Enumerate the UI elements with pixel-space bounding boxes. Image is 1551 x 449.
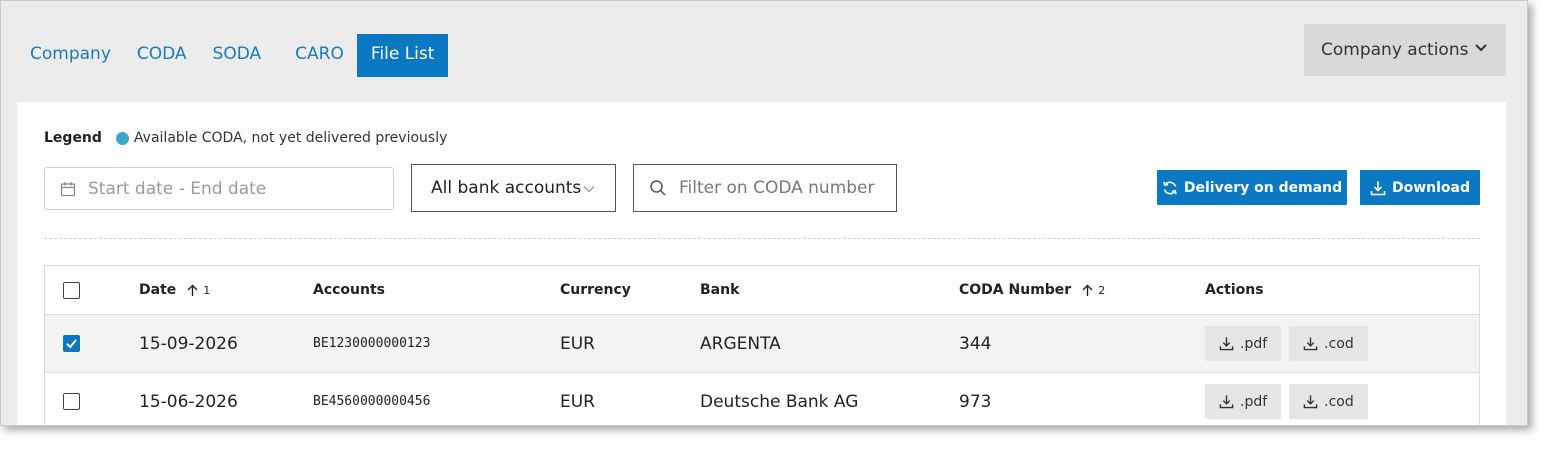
cod-label: .cod: [1324, 335, 1354, 352]
app-window: Company CODA SODA CARO File List Company…: [0, 0, 1528, 426]
column-header-actions: Actions: [1205, 282, 1264, 298]
row-date: 15-09-2026: [139, 333, 238, 354]
row-bank: Deutsche Bank AG: [700, 391, 859, 412]
calendar-icon: [60, 181, 76, 196]
delivery-on-demand-button[interactable]: Delivery on demand: [1157, 170, 1347, 205]
row-account: BE1230000000123: [313, 336, 431, 351]
divider: [44, 238, 1480, 239]
bank-accounts-select[interactable]: All bank accounts: [411, 164, 616, 212]
table-header-row: Date 1 Accounts Currency Bank CODA Numbe…: [45, 266, 1479, 315]
delivery-on-demand-label: Delivery on demand: [1183, 179, 1343, 196]
download-icon: [1303, 337, 1318, 351]
arrow-up-icon: [1082, 284, 1093, 296]
company-actions-dropdown[interactable]: Company actions: [1304, 24, 1506, 76]
row-currency: EUR: [560, 391, 595, 412]
date-range-placeholder: Start date - End date: [88, 178, 267, 199]
row-account: BE4560000000456: [313, 394, 431, 409]
tab-company[interactable]: Company: [17, 34, 124, 77]
download-cod-button[interactable]: .cod: [1289, 326, 1368, 361]
legend-text: Available CODA, not yet delivered previo…: [133, 130, 448, 146]
column-header-coda-number[interactable]: CODA Number 2: [959, 266, 1105, 314]
row-checkbox[interactable]: [63, 335, 80, 352]
refresh-icon: [1163, 181, 1177, 194]
date-range-input[interactable]: Start date - End date: [44, 167, 394, 210]
bank-accounts-selected: All bank accounts: [431, 178, 582, 198]
legend-title: Legend: [44, 130, 102, 146]
coda-number-header-label: CODA Number: [959, 282, 1072, 298]
column-header-date[interactable]: Date 1: [139, 266, 210, 314]
tab-soda[interactable]: SODA: [200, 34, 275, 77]
download-button[interactable]: Download: [1360, 170, 1480, 205]
date-header-label: Date: [139, 282, 177, 298]
coda-sort-indicator: 2: [1081, 284, 1105, 297]
checkmark-icon: [66, 339, 77, 349]
select-all-cell: [63, 266, 80, 314]
tab-coda[interactable]: CODA: [124, 34, 200, 77]
column-header-accounts[interactable]: Accounts: [313, 266, 385, 314]
download-cod-button[interactable]: .cod: [1289, 384, 1368, 419]
pdf-label: .pdf: [1240, 393, 1268, 410]
row-date: 15-06-2026: [139, 391, 238, 412]
tab-file-list[interactable]: File List: [356, 34, 449, 77]
arrow-up-icon: [187, 284, 198, 296]
pdf-label: .pdf: [1240, 335, 1268, 352]
cod-label: .cod: [1324, 393, 1354, 410]
search-icon: [650, 180, 666, 196]
tab-bar: Company CODA SODA CARO File List: [17, 34, 449, 77]
row-bank: ARGENTA: [700, 333, 781, 354]
row-coda-number: 344: [959, 333, 992, 354]
coda-filter-placeholder: Filter on CODA number: [679, 178, 875, 198]
row-select-cell: [63, 373, 80, 425]
coda-file-table: Date 1 Accounts Currency Bank CODA Numbe…: [44, 265, 1480, 425]
row-select-cell: [63, 315, 80, 372]
download-pdf-button[interactable]: .pdf: [1205, 384, 1282, 419]
row-actions: .pdf .cod: [1205, 373, 1376, 425]
column-header-currency[interactable]: Currency: [560, 266, 631, 314]
date-sort-order: 1: [203, 283, 211, 297]
tab-caro[interactable]: CARO: [282, 34, 357, 77]
column-header-bank[interactable]: Bank: [700, 266, 739, 314]
chevron-down-icon: [583, 186, 595, 193]
download-icon: [1219, 337, 1234, 351]
download-pdf-button[interactable]: .pdf: [1205, 326, 1282, 361]
download-icon: [1219, 395, 1234, 409]
download-icon: [1303, 395, 1318, 409]
date-sort-indicator: 1: [186, 284, 210, 297]
coda-sort-order: 2: [1098, 283, 1106, 297]
row-currency: EUR: [560, 333, 595, 354]
row-coda-number: 973: [959, 391, 992, 412]
row-checkbox[interactable]: [63, 393, 80, 410]
legend-dot-icon: [115, 131, 129, 145]
legend: Legend Available CODA, not yet delivered…: [44, 130, 447, 146]
table-row[interactable]: 15-09-2026 BE1230000000123 EUR ARGENTA 3…: [45, 315, 1479, 373]
table-row[interactable]: 15-06-2026 BE4560000000456 EUR Deutsche …: [45, 373, 1479, 425]
row-actions: .pdf .cod: [1205, 315, 1376, 372]
download-label: Download: [1391, 179, 1471, 196]
select-all-checkbox[interactable]: [63, 281, 80, 299]
company-actions-label: Company actions: [1321, 40, 1469, 60]
coda-number-filter[interactable]: Filter on CODA number: [633, 164, 897, 212]
chevron-down-icon: [1475, 44, 1487, 52]
download-icon: [1370, 181, 1386, 195]
file-list-panel: Legend Available CODA, not yet delivered…: [17, 102, 1506, 425]
